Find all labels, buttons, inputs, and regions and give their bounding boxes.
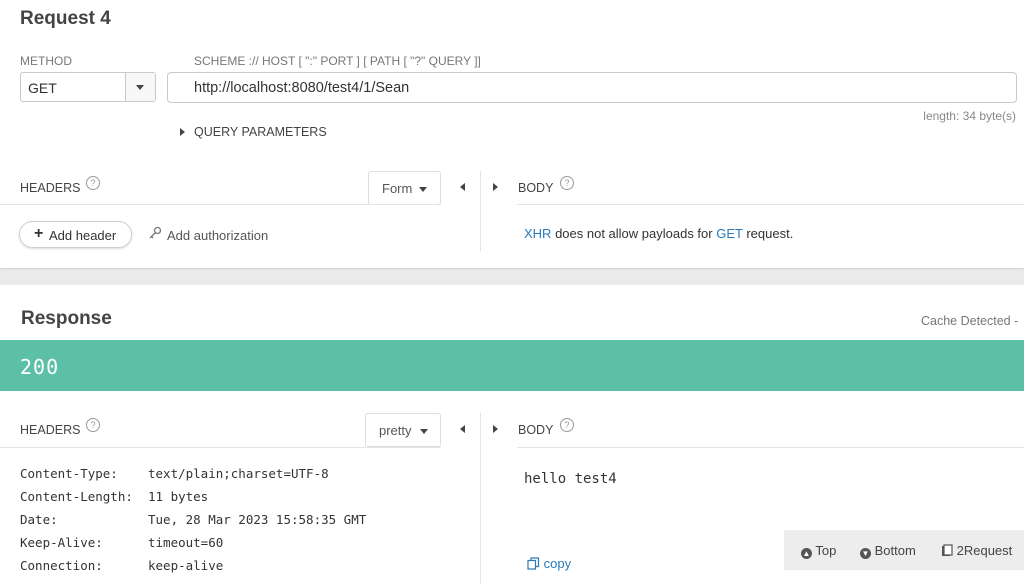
scroll-bottom-label: Bottom	[874, 543, 916, 558]
response-body-label: BODY	[518, 423, 554, 437]
response-headers-label: HEADERS	[20, 423, 81, 437]
header-name: Connection:	[20, 558, 103, 573]
header-value: keep-alive	[148, 558, 224, 573]
divider	[517, 204, 1024, 205]
to-request-button[interactable]: 2Request	[941, 543, 1012, 558]
response-format-value: pretty	[379, 423, 412, 438]
expand-triangle-icon[interactable]	[180, 128, 185, 136]
request-headers-label: HEADERS	[20, 181, 81, 195]
body-message-text: does not allow payloads for	[551, 226, 717, 241]
method-value: GET	[28, 80, 57, 96]
scroll-toolbar: ▲ Top ▼ Bottom 2Request	[784, 530, 1024, 570]
header-name: Content-Length:	[20, 489, 133, 504]
caret-down-icon	[136, 85, 144, 90]
header-value: 11 bytes	[148, 489, 209, 504]
arrow-up-icon: ▲	[801, 548, 812, 559]
help-icon[interactable]: ?	[560, 176, 574, 190]
header-row: Date: Tue, 28 Mar 2023 15:58:35 GMT	[20, 512, 366, 527]
header-value: timeout=60	[148, 535, 224, 550]
expand-right-icon[interactable]	[493, 183, 498, 191]
headers-format-dropdown[interactable]: Form	[368, 171, 441, 205]
status-bar	[0, 340, 1024, 391]
method-dropdown-toggle[interactable]	[125, 73, 155, 101]
copy-button[interactable]: copy	[527, 556, 571, 571]
header-row: Content-Type: text/plain;charset=UTF-8	[20, 466, 329, 481]
status-code: 200	[20, 355, 60, 379]
clipboard-icon	[942, 544, 953, 556]
collapse-left-icon[interactable]	[460, 183, 465, 191]
header-value: text/plain;charset=UTF-8	[148, 466, 329, 481]
plus-icon: +	[34, 225, 44, 242]
method-label: METHOD	[20, 54, 72, 68]
url-format-hint: SCHEME :// HOST [ ":" PORT ] [ PATH [ "?…	[194, 54, 481, 68]
response-format-dropdown[interactable]: pretty	[365, 413, 441, 447]
expand-right-icon[interactable]	[493, 425, 498, 433]
header-value: Tue, 28 Mar 2023 15:58:35 GMT	[148, 512, 367, 527]
request-title: Request 4	[20, 8, 111, 29]
copy-label: copy	[543, 556, 572, 571]
add-authorization-link[interactable]: Add authorization	[167, 228, 268, 243]
split-divider[interactable]	[480, 413, 481, 584]
divider	[517, 447, 1024, 448]
request-body-message: XHR does not allow payloads for GET requ…	[524, 226, 793, 241]
scroll-bottom-button[interactable]: ▼ Bottom	[860, 543, 916, 559]
request-body-label: BODY	[518, 181, 554, 195]
add-header-button[interactable]: + Add header	[19, 221, 132, 248]
response-title: Response	[21, 308, 112, 329]
header-row: Content-Length: 11 bytes	[20, 489, 208, 504]
header-row: Connection: keep-alive	[20, 558, 223, 573]
xhr-link[interactable]: XHR	[524, 226, 551, 241]
add-header-label: Add header	[49, 228, 117, 243]
url-length: length: 34 byte(s)	[923, 109, 1016, 123]
url-input[interactable]	[167, 72, 1017, 103]
query-parameters-toggle[interactable]: QUERY PARAMETERS	[194, 125, 327, 139]
method-select[interactable]: GET	[20, 72, 156, 102]
arrow-down-icon: ▼	[860, 548, 871, 559]
headers-format-value: Form	[382, 181, 413, 196]
scroll-top-button[interactable]: ▲ Top	[801, 543, 836, 559]
split-divider[interactable]	[480, 171, 481, 251]
help-icon[interactable]: ?	[86, 176, 100, 190]
help-icon[interactable]: ?	[560, 418, 574, 432]
to-request-label: 2Request	[956, 543, 1013, 558]
divider	[0, 204, 441, 205]
header-name: Content-Type:	[20, 466, 118, 481]
key-icon	[149, 226, 162, 239]
cache-status: Cache Detected -	[921, 314, 1019, 328]
header-row: Keep-Alive: timeout=60	[20, 535, 223, 550]
collapse-left-icon[interactable]	[460, 425, 465, 433]
body-message-end: request.	[742, 226, 794, 241]
caret-down-icon	[420, 429, 428, 434]
response-body-text[interactable]: hello test4	[524, 471, 617, 487]
copy-icon	[527, 557, 540, 570]
divider	[0, 447, 441, 448]
header-name: Date:	[20, 512, 58, 527]
header-name: Keep-Alive:	[20, 535, 103, 550]
caret-down-icon	[419, 187, 427, 192]
get-link[interactable]: GET	[716, 226, 743, 241]
scroll-top-label: Top	[815, 543, 837, 558]
help-icon[interactable]: ?	[86, 418, 100, 432]
